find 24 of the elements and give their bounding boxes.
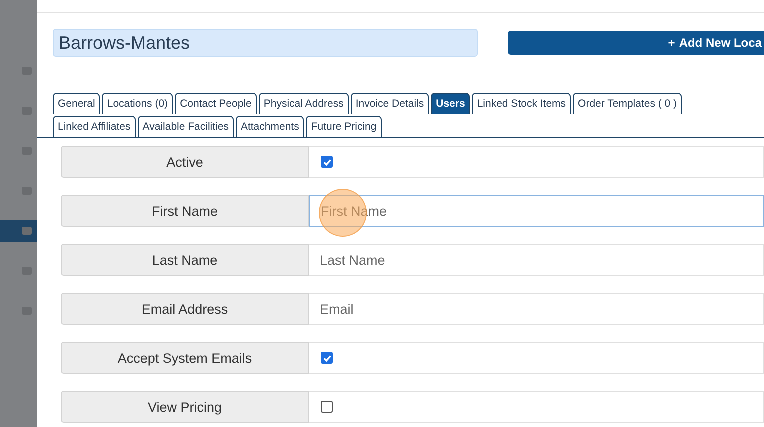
- field-label: Last Name: [61, 244, 309, 276]
- tab[interactable]: Physical Address: [258, 93, 349, 114]
- field-label: Accept System Emails: [61, 342, 309, 374]
- tab[interactable]: Invoice Details: [350, 93, 430, 114]
- tab[interactable]: Contact People: [175, 93, 257, 114]
- field-label: View Pricing: [61, 391, 309, 423]
- field-label: Active: [61, 146, 309, 178]
- add-new-button[interactable]: + Add New Loca: [508, 31, 764, 55]
- tab[interactable]: Order Templates ( 0 ): [573, 93, 682, 114]
- tab[interactable]: Users: [431, 93, 470, 114]
- checkbox[interactable]: [321, 401, 333, 413]
- tab[interactable]: Linked Stock Items: [472, 93, 572, 114]
- tab[interactable]: Available Facilities: [138, 116, 234, 137]
- tab[interactable]: General: [53, 93, 100, 114]
- tab[interactable]: Locations (0): [102, 93, 174, 114]
- tab[interactable]: Linked Affiliates: [53, 116, 136, 137]
- field-label: Email Address: [61, 293, 309, 325]
- tab[interactable]: Future Pricing: [306, 116, 382, 137]
- field-label: First Name: [61, 195, 309, 227]
- tab[interactable]: Attachments: [236, 116, 304, 137]
- checkbox[interactable]: [321, 352, 333, 364]
- sidebar-item[interactable]: [0, 220, 37, 242]
- checkbox[interactable]: [321, 156, 333, 168]
- record-name: Barrows-Mantes: [53, 29, 478, 57]
